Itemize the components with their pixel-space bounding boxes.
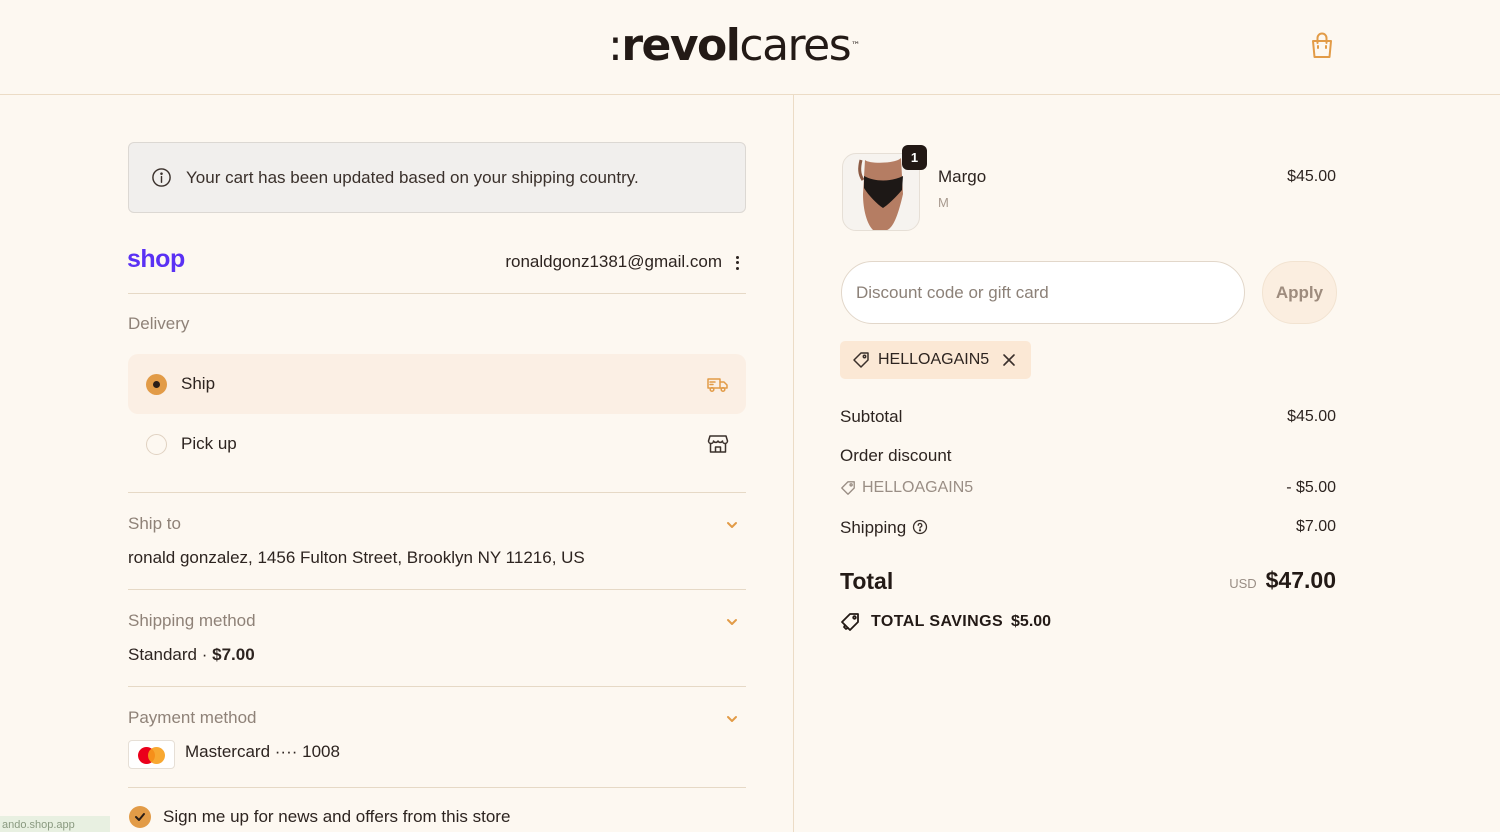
- subtotal-label: Subtotal: [840, 407, 903, 426]
- shipping-label-text: Shipping: [840, 518, 907, 537]
- logo-bold: revol: [621, 20, 741, 71]
- checkmark-icon: [135, 813, 145, 821]
- product-price: $45.00: [1287, 168, 1336, 185]
- order-discount-code-text: HELLOAGAIN5: [862, 479, 974, 496]
- delivery-option-pickup[interactable]: Pick up: [128, 414, 746, 474]
- payment-card: Mastercard ···· 1008: [185, 742, 340, 761]
- column-divider: [793, 95, 794, 832]
- divider: [128, 787, 746, 788]
- ship-label: Ship: [181, 374, 216, 393]
- store-icon: [707, 435, 729, 453]
- total-savings: TOTAL SAVINGS $5.00: [840, 611, 1051, 633]
- delivery-label: Delivery: [128, 314, 190, 333]
- logo-trademark: ™: [851, 41, 861, 51]
- shipping-value: $7.00: [1295, 518, 1336, 535]
- ship-to-expand-button[interactable]: [718, 511, 746, 539]
- store-logo[interactable]: :revolcares™: [608, 22, 860, 70]
- total-amount: USD $47.00: [1229, 567, 1336, 594]
- logo-regular: cares: [739, 20, 851, 71]
- product-variant: M: [938, 195, 949, 210]
- ship-radio[interactable]: [146, 373, 167, 395]
- applied-discount-code: HELLOAGAIN5: [878, 351, 990, 368]
- notice-text: Your cart has been updated based on your…: [186, 167, 639, 187]
- payment-method-label: Payment method: [128, 708, 257, 727]
- shop-pay-logo: shop: [127, 245, 185, 273]
- account-email: ronaldgonz1381@gmail.com: [505, 252, 722, 271]
- help-icon[interactable]: [912, 519, 928, 535]
- savings-value: $5.00: [1011, 613, 1052, 630]
- shopping-bag-icon[interactable]: [1309, 30, 1335, 60]
- discount-code-input[interactable]: [841, 261, 1245, 324]
- newsletter-label: Sign me up for news and offers from this…: [163, 807, 511, 826]
- newsletter-checkbox[interactable]: [129, 806, 151, 828]
- total-label: Total: [840, 568, 894, 594]
- total-currency: USD: [1229, 576, 1257, 591]
- account-menu-icon[interactable]: [729, 252, 745, 274]
- savings-label: TOTAL SAVINGS: [871, 613, 1004, 630]
- delivery-option-ship[interactable]: Ship: [128, 354, 746, 414]
- savings-tag-icon: [841, 613, 859, 631]
- divider: [128, 293, 746, 294]
- shipping-method-value: Standard · $7.00: [128, 645, 255, 665]
- subtotal-value: $45.00: [1287, 408, 1336, 425]
- order-discount-label: Order discount: [840, 446, 952, 465]
- pickup-label: Pick up: [181, 434, 237, 453]
- app-badge: ando.shop.app: [0, 816, 110, 832]
- shipping-method-name: Standard ·: [128, 645, 213, 664]
- product-name: Margo: [938, 167, 987, 186]
- apply-discount-button[interactable]: Apply: [1262, 261, 1337, 324]
- tag-icon: [853, 352, 869, 368]
- truck-icon: [707, 378, 728, 393]
- logo-prefix: :: [608, 20, 623, 71]
- divider: [128, 492, 746, 493]
- shipping-method-label: Shipping method: [128, 611, 256, 630]
- chevron-down-icon: [727, 522, 737, 528]
- ship-to-label: Ship to: [128, 514, 181, 533]
- divider: [128, 686, 746, 687]
- info-icon: [152, 168, 171, 187]
- header: :revolcares™: [0, 0, 1500, 95]
- shipping-row-label: Shipping: [840, 518, 928, 538]
- ship-to-address: ronald gonzalez, 1456 Fulton Street, Bro…: [128, 548, 585, 567]
- payment-method-expand-button[interactable]: [718, 705, 746, 733]
- cart-updated-notice: Your cart has been updated based on your…: [128, 142, 746, 213]
- order-discount-value: - $5.00: [1286, 479, 1336, 496]
- newsletter-opt-in[interactable]: Sign me up for news and offers from this…: [129, 806, 510, 828]
- chevron-down-icon: [727, 619, 737, 625]
- mastercard-icon: [128, 740, 175, 769]
- shipping-method-expand-button[interactable]: [718, 608, 746, 636]
- chevron-down-icon: [727, 716, 737, 722]
- applied-discount-chip: HELLOAGAIN5: [840, 341, 1031, 379]
- shipping-method-price: $7.00: [212, 645, 255, 664]
- order-discount-code: HELLOAGAIN5: [840, 479, 973, 497]
- remove-discount-icon[interactable]: [1000, 351, 1018, 369]
- quantity-badge: 1: [902, 145, 927, 170]
- pickup-radio[interactable]: [146, 433, 167, 455]
- divider: [128, 589, 746, 590]
- tag-icon: [841, 481, 855, 495]
- total-value: $47.00: [1265, 567, 1336, 593]
